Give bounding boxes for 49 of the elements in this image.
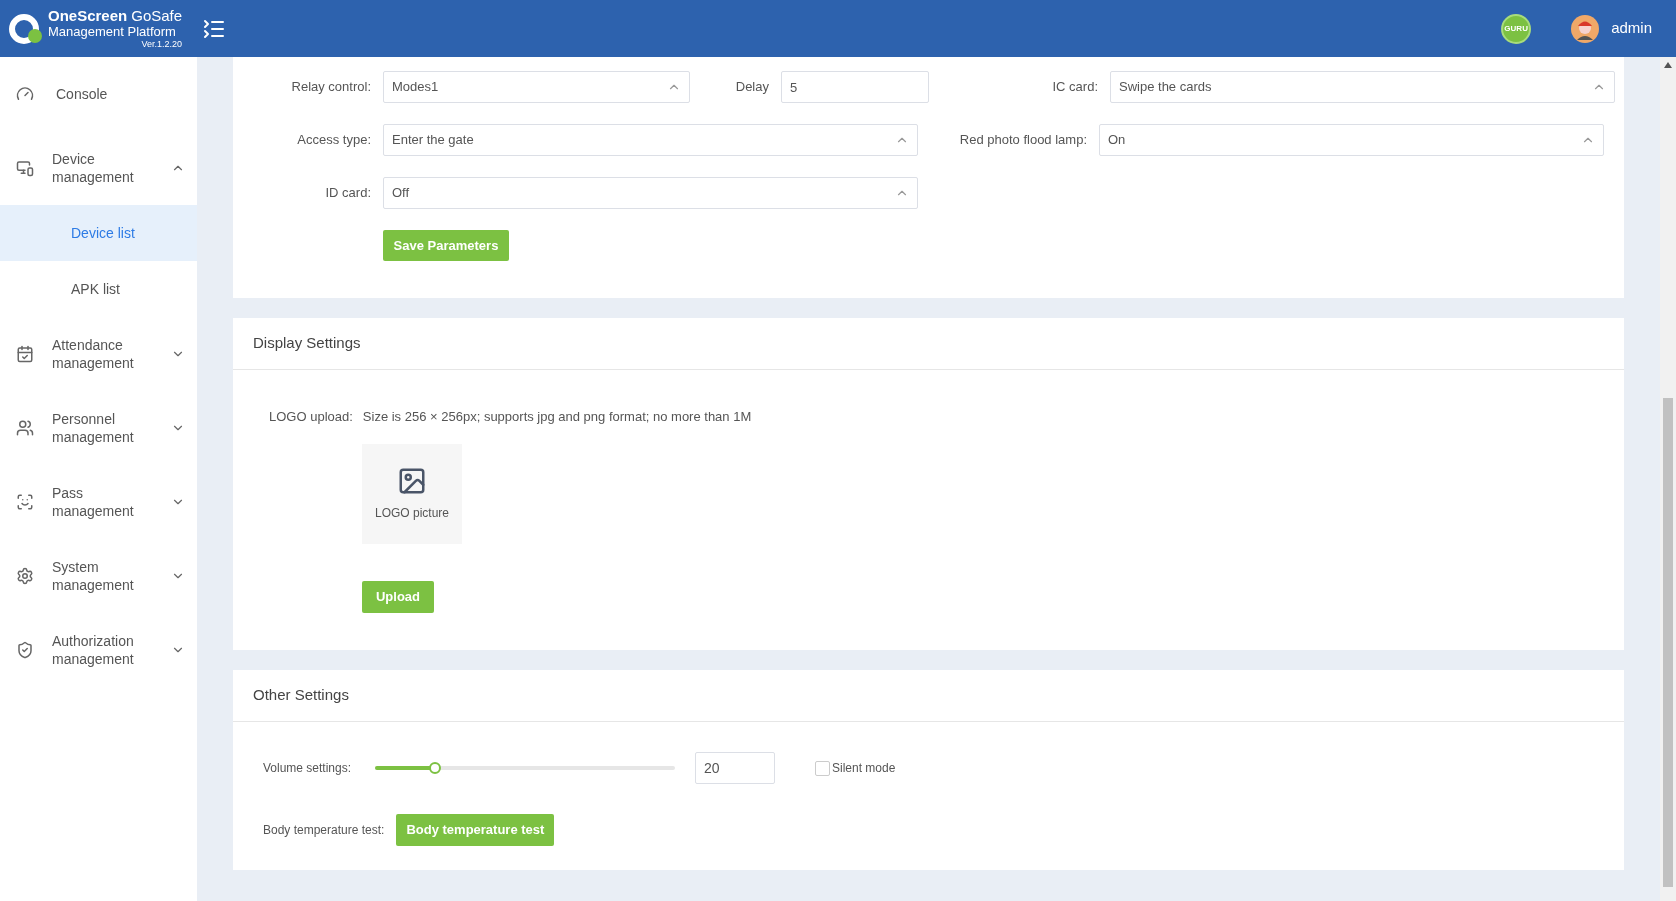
field-label: Access type:	[296, 131, 371, 150]
devices-icon	[16, 159, 34, 177]
sidebar-item[interactable]: Console	[0, 57, 197, 131]
checkbox-label: Silent mode	[832, 760, 896, 777]
sidebar-item[interactable]: Attendance management	[0, 317, 197, 391]
submenu-item[interactable]: Device list	[0, 205, 197, 261]
brand-name: OneScreen	[48, 8, 128, 23]
select-field[interactable]: Modes1	[383, 71, 690, 103]
version: Ver.1.2.20	[141, 40, 183, 49]
select-field[interactable]: Swipe the cards	[1110, 71, 1615, 103]
field-label: IC card:	[1051, 78, 1098, 97]
scrollbar[interactable]	[1660, 57, 1676, 901]
select-field[interactable]: Off	[383, 177, 918, 209]
subtitle: Management Platform	[48, 25, 177, 38]
shield-icon	[16, 641, 34, 659]
field-label: Relay control:	[290, 78, 371, 97]
sidebar-item[interactable]: Pass management	[0, 465, 197, 539]
sidebar-item[interactable]: System management	[0, 539, 197, 613]
hint-text: Size is 256 × 256px; supports jpg and png format; no more than 1M	[362, 408, 752, 426]
scroll-thumb[interactable]	[1663, 398, 1673, 887]
sidebar-item[interactable]: Personnel management	[0, 391, 197, 465]
calendar-icon	[16, 345, 34, 363]
volume-slider[interactable]	[375, 762, 675, 774]
face-scan-icon	[16, 493, 34, 511]
section-title: Display Settings	[253, 333, 361, 354]
users-icon	[16, 419, 34, 437]
avatar-icon[interactable]	[1571, 14, 1600, 43]
scroll-up-icon[interactable]	[1664, 62, 1672, 68]
field-label: Red photo flood lamp:	[958, 131, 1087, 150]
volume-input[interactable]: 20	[695, 752, 775, 784]
product-name: GoSafe	[131, 8, 183, 23]
field-label: Delay	[734, 78, 769, 97]
settings-icon	[16, 567, 34, 585]
slider-thumb[interactable]	[429, 762, 441, 774]
select-field[interactable]: On	[1099, 124, 1604, 156]
select-field[interactable]: Enter the gate	[383, 124, 918, 156]
sidebar-item[interactable]: Authorization management	[0, 613, 197, 687]
logo-upload-area[interactable]: LOGO picture	[362, 443, 462, 544]
delay-input[interactable]: 5	[781, 71, 929, 103]
user-name[interactable]: admin	[1611, 17, 1652, 40]
field-label: LOGO upload:	[269, 408, 353, 426]
field-label: Body temperature test:	[263, 822, 385, 839]
section-title: Other Settings	[253, 685, 349, 706]
checkbox[interactable]	[815, 760, 830, 776]
gauge-icon	[16, 85, 34, 103]
sidebar-item[interactable]: Device management	[0, 131, 197, 205]
field-label: Volume settings:	[263, 760, 353, 777]
submenu-item[interactable]: APK list	[0, 261, 197, 317]
field-label: ID card:	[324, 184, 371, 203]
